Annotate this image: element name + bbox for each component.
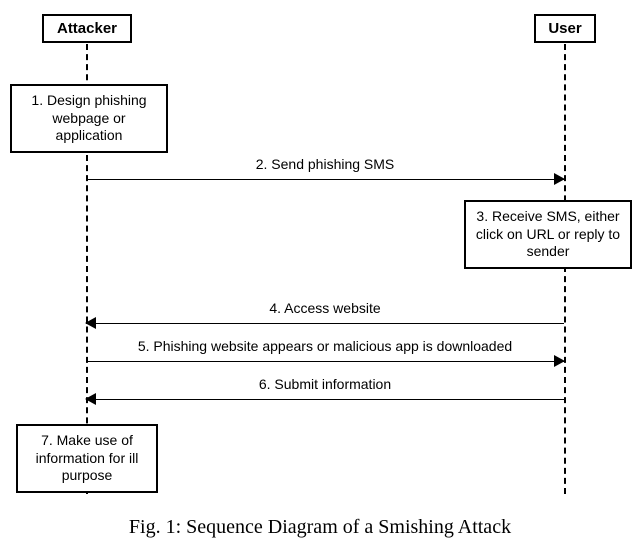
message-5: 5. Phishing website appears or malicious… — [86, 352, 564, 372]
arrow-line — [86, 179, 564, 180]
lifeline-user — [564, 44, 566, 494]
message-6-label: 6. Submit information — [86, 376, 564, 392]
message-5-label: 5. Phishing website appears or malicious… — [86, 338, 564, 354]
actor-user: User — [534, 14, 596, 43]
arrow-head-left — [85, 317, 96, 329]
step-1-box: 1. Design phishing webpage or applicatio… — [10, 84, 168, 153]
arrow-head-right — [554, 173, 565, 185]
message-2: 2. Send phishing SMS — [86, 170, 564, 190]
actor-attacker: Attacker — [42, 14, 132, 43]
arrow-line — [86, 399, 564, 400]
step-3-box: 3. Receive SMS, either click on URL or r… — [464, 200, 632, 269]
message-2-label: 2. Send phishing SMS — [86, 156, 564, 172]
arrow-line — [86, 361, 564, 362]
figure-caption: Fig. 1: Sequence Diagram of a Smishing A… — [0, 516, 640, 539]
message-4: 4. Access website — [86, 314, 564, 334]
arrow-line — [86, 323, 564, 324]
arrow-head-right — [554, 355, 565, 367]
step-7-box: 7. Make use of information for ill purpo… — [16, 424, 158, 493]
arrow-head-left — [85, 393, 96, 405]
message-6: 6. Submit information — [86, 390, 564, 410]
message-4-label: 4. Access website — [86, 300, 564, 316]
sequence-diagram: Attacker User 1. Design phishing webpage… — [0, 0, 640, 544]
